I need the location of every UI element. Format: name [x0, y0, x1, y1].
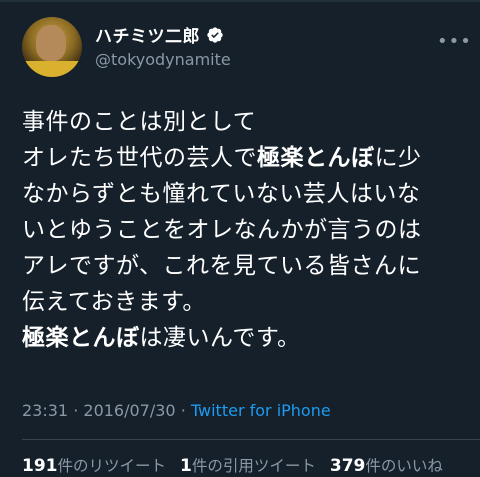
quotes-label: 件の引用ツイート: [191, 457, 316, 475]
tweet-date[interactable]: 2016/07/30: [83, 401, 175, 420]
verified-badge-icon: [207, 26, 223, 43]
stats-divider: [22, 439, 480, 440]
retweets-stat[interactable]: 191件のリツイート: [22, 454, 166, 476]
tweet-line: なからずとも憧れていない芸人はいな: [22, 181, 421, 207]
tweet-line: いとゆうことをオレなんかが言うのは: [22, 217, 422, 243]
avatar-band: [22, 61, 82, 77]
quotes-count: 1: [180, 456, 192, 476]
retweets-label: 件のリツイート: [57, 457, 167, 475]
avatar[interactable]: [22, 17, 82, 77]
likes-count: 379: [329, 456, 366, 476]
tweet-text-segment: は凄いんです。: [139, 325, 301, 351]
meta-separator: ·: [73, 401, 79, 420]
tweet-text-segment: に少: [374, 145, 422, 171]
retweets-count: 191: [22, 456, 58, 476]
author-handle[interactable]: @tokyodynamite: [95, 50, 231, 69]
tweet-source-link[interactable]: Twitter for iPhone: [191, 401, 331, 420]
tweet-stats: 191件のリツイート 1件の引用ツイート 379件のいいね: [22, 454, 443, 476]
tweet-line: 事件のことは別として: [22, 109, 257, 135]
tweet-line: 極楽とんぼは凄いんです。: [22, 320, 472, 356]
tweet-text-bold: 極楽とんぼ: [257, 145, 375, 171]
tweet-text-bold: 極楽とんぼ: [22, 325, 140, 351]
top-divider: [0, 0, 480, 2]
more-horizontal-icon[interactable]: •••: [437, 33, 472, 51]
tweet-text-segment: オレたち世代の芸人で: [22, 145, 257, 171]
tweet-card: ハチミツ二郎 @tokyodynamite ••• 事件のことは別として オレた…: [0, 0, 480, 477]
tweet-line: 伝えておきます。: [22, 289, 206, 315]
likes-stat[interactable]: 379件のいいね: [330, 454, 443, 476]
quotes-stat[interactable]: 1件の引用ツイート: [180, 454, 316, 476]
tweet-line: アレですが、これを見ている皆さんに: [22, 253, 422, 279]
tweet-time[interactable]: 23:31: [22, 401, 68, 420]
tweet-line: オレたち世代の芸人で極楽とんぼに少: [22, 140, 472, 176]
meta-separator: ·: [180, 401, 186, 420]
avatar-face: [36, 25, 66, 61]
likes-label: 件のいいね: [365, 457, 443, 475]
author-name-row[interactable]: ハチミツ二郎: [95, 22, 224, 47]
tweet-meta: 23:31 · 2016/07/30 · Twitter for iPhone: [22, 401, 331, 420]
author-display-name[interactable]: ハチミツ二郎: [95, 22, 200, 47]
tweet-text: 事件のことは別として オレたち世代の芸人で極楽とんぼに少 なからずとも憧れていな…: [22, 104, 472, 356]
